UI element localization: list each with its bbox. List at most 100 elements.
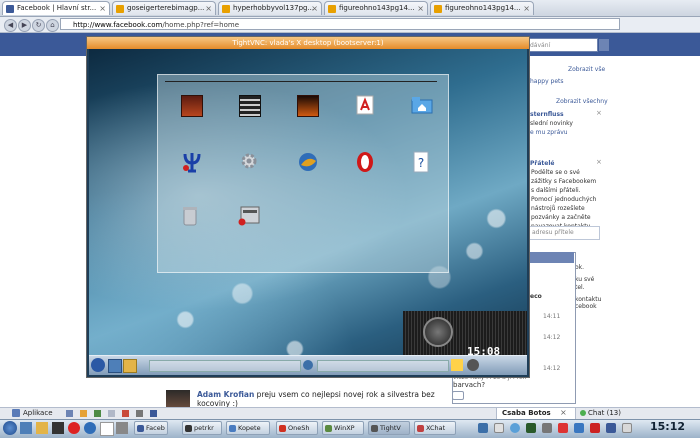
app-shortcut-icon[interactable] — [108, 410, 115, 417]
volume-icon[interactable] — [542, 423, 552, 433]
gear-icon[interactable] — [239, 151, 259, 171]
close-icon[interactable]: × — [311, 2, 318, 15]
thunderbird-icon[interactable] — [84, 422, 96, 434]
send-message-link[interactable]: e mu zprávu — [530, 129, 568, 136]
tray-notes-icon[interactable] — [451, 359, 463, 371]
app-icon — [371, 425, 378, 432]
reload-icon[interactable]: ↻ — [32, 19, 45, 32]
book-app-icon[interactable] — [181, 95, 203, 117]
home-folder-icon[interactable] — [36, 422, 48, 434]
task-facebook[interactable]: Faceb — [134, 421, 168, 435]
battery-icon[interactable] — [622, 423, 632, 433]
pager-icon[interactable] — [478, 423, 488, 433]
clipboard-icon[interactable] — [494, 423, 504, 433]
tab-hyperhobbyvol137pg[interactable]: hyperhobbyvol137pg... × — [218, 1, 322, 15]
terminal-icon[interactable] — [52, 422, 64, 434]
happy-pets-link[interactable]: happy pets — [530, 78, 564, 85]
close-icon[interactable]: × — [99, 2, 106, 15]
home-folder-icon[interactable] — [411, 95, 433, 115]
url-host: http://www.facebook.com — [73, 21, 163, 29]
film-app-icon[interactable] — [239, 95, 261, 117]
chat-button[interactable]: Chat (13) — [588, 409, 621, 417]
close-icon[interactable]: × — [560, 408, 567, 417]
show-all-link[interactable]: Zobrazit vše — [568, 66, 605, 73]
show-desktop-icon[interactable] — [20, 422, 32, 434]
home-folder-icon[interactable] — [123, 359, 137, 373]
friend-email-input[interactable]: adresu přítele — [528, 226, 600, 240]
tab-figureohno143pg14[interactable]: figureohno143pg14... × — [324, 1, 428, 15]
sternfluss-link[interactable]: sternfluss — [530, 111, 564, 118]
feed-author-link[interactable]: Adam Krofian — [197, 390, 254, 399]
url-input[interactable]: http://www.facebook.com/home.php?ref=hom… — [60, 18, 620, 30]
pager-icon[interactable] — [303, 360, 313, 370]
help-icon[interactable]: ? — [411, 151, 431, 173]
task-onesh[interactable]: OneSh — [276, 421, 318, 435]
side-text: kontaktu — [575, 296, 602, 303]
friends-text: Pomocí jednoduchých — [531, 196, 597, 203]
remote-task-button[interactable] — [149, 360, 301, 372]
friends-text: s dalšími přáteli. — [531, 187, 581, 194]
show-desktop-icon[interactable] — [108, 359, 122, 373]
back-icon[interactable]: ◀ — [4, 19, 17, 32]
friend-email-placeholder: adresu přítele — [532, 229, 574, 236]
opera-icon[interactable] — [355, 151, 375, 172]
close-icon[interactable]: × — [205, 2, 212, 15]
opera-icon[interactable] — [68, 422, 80, 434]
task-tightvnc[interactable]: TightV — [368, 421, 410, 435]
remote-desktop[interactable]: ? 15:08 — [89, 49, 527, 375]
close-icon[interactable]: × — [596, 109, 602, 117]
browser-tab-bar: Facebook | Hlavní str... × goseigertereb… — [0, 0, 700, 17]
friends-heading: Přátelé — [530, 160, 555, 167]
update-icon[interactable] — [574, 423, 584, 433]
show-all-link[interactable]: Zobrazit všechny — [556, 98, 608, 105]
kde-menu-icon[interactable] — [91, 358, 105, 372]
close-icon[interactable]: × — [417, 2, 424, 15]
app-icon — [137, 425, 144, 432]
task-winxp[interactable]: WinXP — [322, 421, 364, 435]
pdf-reader-icon[interactable] — [100, 422, 114, 436]
applications-button[interactable]: Aplikace — [23, 409, 53, 417]
tray-volume-icon[interactable] — [467, 359, 479, 371]
search-input[interactable]: dávání — [526, 38, 598, 52]
tab-label: goseigerterebimagp... — [127, 4, 205, 12]
chat-tab-user: Csaba Botos — [502, 409, 551, 417]
app-shortcut-icon[interactable] — [66, 410, 73, 417]
url-path: /home.php?ref=home — [162, 21, 240, 29]
close-icon[interactable]: × — [596, 158, 602, 166]
pdf-reader-icon[interactable] — [355, 95, 375, 115]
task-kopete[interactable]: Kopete — [226, 421, 270, 435]
movie-app-icon[interactable] — [297, 95, 319, 117]
forward-icon[interactable]: ▶ — [18, 19, 31, 32]
vnc-title-bar[interactable]: TightVNC: vlada's X desktop (bootserver:… — [87, 37, 529, 49]
monitor-icon[interactable] — [526, 423, 536, 433]
tab-label: figureohno143pg14... — [339, 4, 415, 12]
task-petrkr[interactable]: petrkr — [182, 421, 222, 435]
kde-menu-icon[interactable] — [3, 421, 17, 435]
search-button[interactable] — [598, 38, 610, 52]
home-icon[interactable]: ⌂ — [46, 19, 59, 32]
remote-task-button[interactable] — [317, 360, 449, 372]
messenger-icon[interactable] — [606, 423, 616, 433]
app-shortcut-icon[interactable] — [150, 410, 157, 417]
alert-icon[interactable] — [590, 423, 600, 433]
thunderbird-icon[interactable] — [297, 151, 317, 171]
trash-icon[interactable] — [181, 205, 201, 226]
task-label: WinXP — [334, 424, 355, 432]
clock-icon — [423, 317, 453, 347]
tab-figureohno143pg14-2[interactable]: figureohno143pg14... × — [430, 1, 534, 15]
side-text: ku své — [575, 276, 595, 283]
settings-icon[interactable] — [116, 422, 128, 434]
app-shortcut-icon[interactable] — [136, 410, 143, 417]
app-shortcut-icon[interactable] — [94, 410, 101, 417]
psi-messenger-icon[interactable] — [181, 151, 201, 173]
app-shortcut-icon[interactable] — [122, 410, 129, 417]
task-xchat[interactable]: XChat — [414, 421, 456, 435]
tab-goseigerterebimagp[interactable]: goseigerterebimagp... × — [112, 1, 216, 15]
file-manager-icon[interactable] — [237, 205, 260, 226]
system-clock[interactable]: 15:12 — [650, 420, 685, 433]
close-icon[interactable]: × — [523, 2, 530, 15]
kopete-tray-icon[interactable] — [558, 423, 568, 433]
network-icon[interactable] — [510, 423, 520, 433]
app-shortcut-icon[interactable] — [80, 410, 87, 417]
tab-facebook[interactable]: Facebook | Hlavní str... × — [2, 1, 110, 15]
